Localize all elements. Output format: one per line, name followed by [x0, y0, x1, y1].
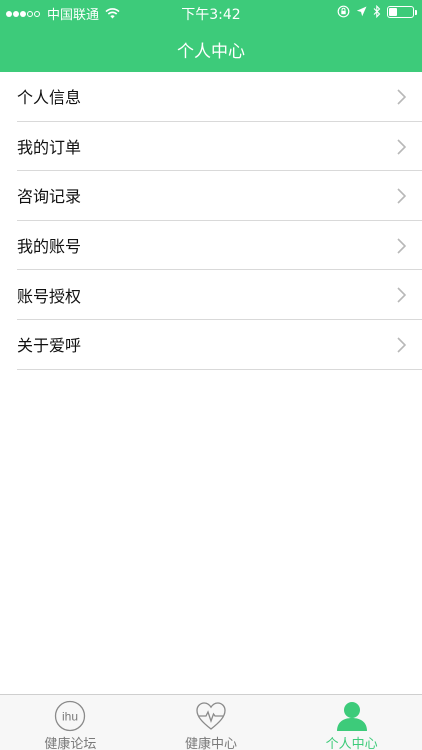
battery-fill [389, 7, 398, 16]
menu-item-label: 我的账号 [17, 237, 82, 257]
menu-item-my-orders[interactable]: 我的订单 [17, 122, 422, 172]
menu-item-account-authorization[interactable]: 账号授权 [17, 270, 422, 320]
chevron-right-icon [397, 188, 406, 204]
battery-icon [387, 5, 417, 18]
tab-personal-center[interactable]: 个人中心 [281, 695, 422, 750]
tab-label: 健康中心 [185, 737, 238, 750]
menu-list: 个人信息 我的订单 咨询记录 我的账号 账号授权 关于爱呼 [0, 72, 422, 370]
chevron-right-icon [397, 287, 406, 303]
menu-item-my-account[interactable]: 我的账号 [17, 221, 422, 271]
tab-health-center[interactable]: 健康中心 [141, 695, 282, 750]
heart-pulse-icon [196, 702, 226, 730]
menu-item-label: 关于爱呼 [17, 336, 82, 356]
menu-item-about[interactable]: 关于爱呼 [17, 320, 422, 370]
ihu-logo-text: ihu [62, 710, 78, 724]
status-bar: 中国联通 下午3:42 [0, 0, 422, 24]
chevron-right-icon [397, 238, 406, 254]
chevron-right-icon [397, 337, 406, 353]
rotation-lock-icon [337, 5, 350, 18]
battery-tip [415, 9, 417, 15]
app-header: 中国联通 下午3:42 个人中心 [0, 0, 422, 72]
tab-health-forum[interactable]: ihu 健康论坛 [0, 695, 141, 750]
bluetooth-icon [373, 5, 381, 18]
page-title: 个人中心 [177, 42, 245, 62]
menu-item-label: 我的订单 [17, 137, 82, 157]
chevron-right-icon [397, 139, 406, 155]
location-arrow-icon [356, 6, 367, 17]
menu-item-label: 个人信息 [17, 88, 82, 108]
menu-item-label: 咨询记录 [17, 187, 82, 207]
menu-item-personal-info[interactable]: 个人信息 [17, 72, 422, 122]
ihu-logo-icon: ihu [55, 700, 86, 732]
tab-label: 个人中心 [325, 737, 378, 750]
menu-item-label: 账号授权 [17, 286, 82, 306]
tab-bar: ihu 健康论坛 健康中心 个人中心 [0, 694, 422, 750]
menu-item-consultation-records[interactable]: 咨询记录 [17, 171, 422, 221]
person-icon [336, 702, 367, 731]
status-right [331, 5, 417, 18]
tab-label: 健康论坛 [44, 737, 97, 750]
chevron-right-icon [397, 89, 406, 105]
